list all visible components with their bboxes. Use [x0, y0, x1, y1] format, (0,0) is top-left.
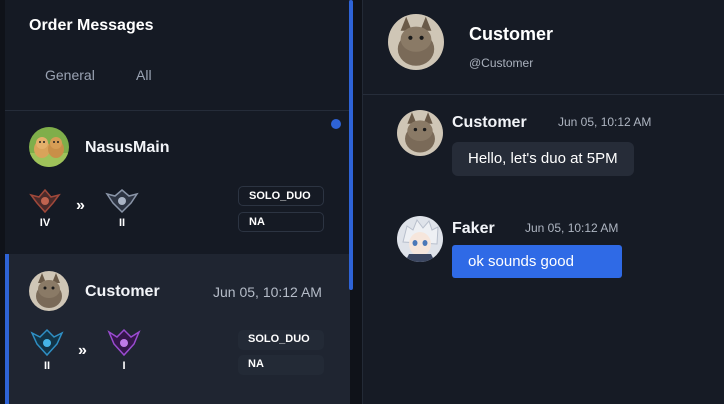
- message-bubble: ok sounds good: [452, 245, 622, 278]
- cat-avatar: [388, 14, 444, 70]
- conversation-time: Jun 05, 10:12 AM: [213, 284, 322, 300]
- region-badge: NA: [238, 355, 324, 375]
- tab-general[interactable]: General: [45, 67, 95, 83]
- current-rank-label: IV: [39, 217, 51, 229]
- current-rank: II: [29, 328, 65, 372]
- conversation-item-nasusmain[interactable]: NasusMain IV » II SOLO_DUO NA: [5, 111, 350, 254]
- current-rank: IV: [27, 187, 63, 229]
- region-badge: NA: [238, 212, 324, 232]
- message-author: Customer: [452, 114, 527, 131]
- target-rank-label: II: [118, 217, 126, 229]
- message-author: Faker: [452, 220, 495, 237]
- inbox-scrollbar[interactable]: [349, 0, 353, 290]
- silver-emblem-icon: [105, 189, 139, 214]
- bronze-emblem-icon: [29, 188, 61, 214]
- queue-badge: SOLO_DUO: [238, 330, 324, 350]
- message-time: Jun 05, 10:12 AM: [558, 115, 652, 129]
- inbox-title: Order Messages: [29, 17, 154, 34]
- cat-avatar: [397, 110, 443, 156]
- cat-avatar: [29, 271, 69, 311]
- conversation-name: Customer: [85, 283, 160, 300]
- chat-contact-name: Customer: [469, 24, 554, 44]
- message-bubble: Hello, let's duo at 5PM: [452, 142, 634, 176]
- current-rank-label: II: [43, 360, 51, 372]
- target-rank-label: I: [122, 360, 126, 372]
- inbox-panel: Order Messages General All NasusMain IV …: [5, 0, 350, 404]
- target-rank: I: [106, 328, 142, 372]
- arrow-icon: »: [78, 342, 87, 359]
- arrow-icon: »: [76, 197, 85, 214]
- unread-dot: [331, 119, 341, 129]
- queue-badge: SOLO_DUO: [238, 186, 324, 206]
- conversation-item-customer[interactable]: Customer Jun 05, 10:12 AM II » I SOLO_DU…: [5, 254, 350, 404]
- chat-contact-handle: @Customer: [469, 56, 534, 70]
- chat-panel: Customer @Customer Customer Jun 05, 10:1…: [362, 0, 724, 404]
- dogs-avatar: [29, 127, 69, 167]
- conversation-name: NasusMain: [85, 139, 170, 156]
- anime-avatar: [397, 216, 443, 262]
- selected-indicator: [5, 254, 9, 404]
- diamond-emblem-icon: [30, 328, 64, 357]
- target-rank: II: [104, 187, 140, 229]
- master-emblem-icon: [107, 328, 141, 357]
- message-time: Jun 05, 10:12 AM: [525, 221, 619, 235]
- chat-header: Customer @Customer: [363, 0, 724, 95]
- tab-all[interactable]: All: [136, 67, 152, 83]
